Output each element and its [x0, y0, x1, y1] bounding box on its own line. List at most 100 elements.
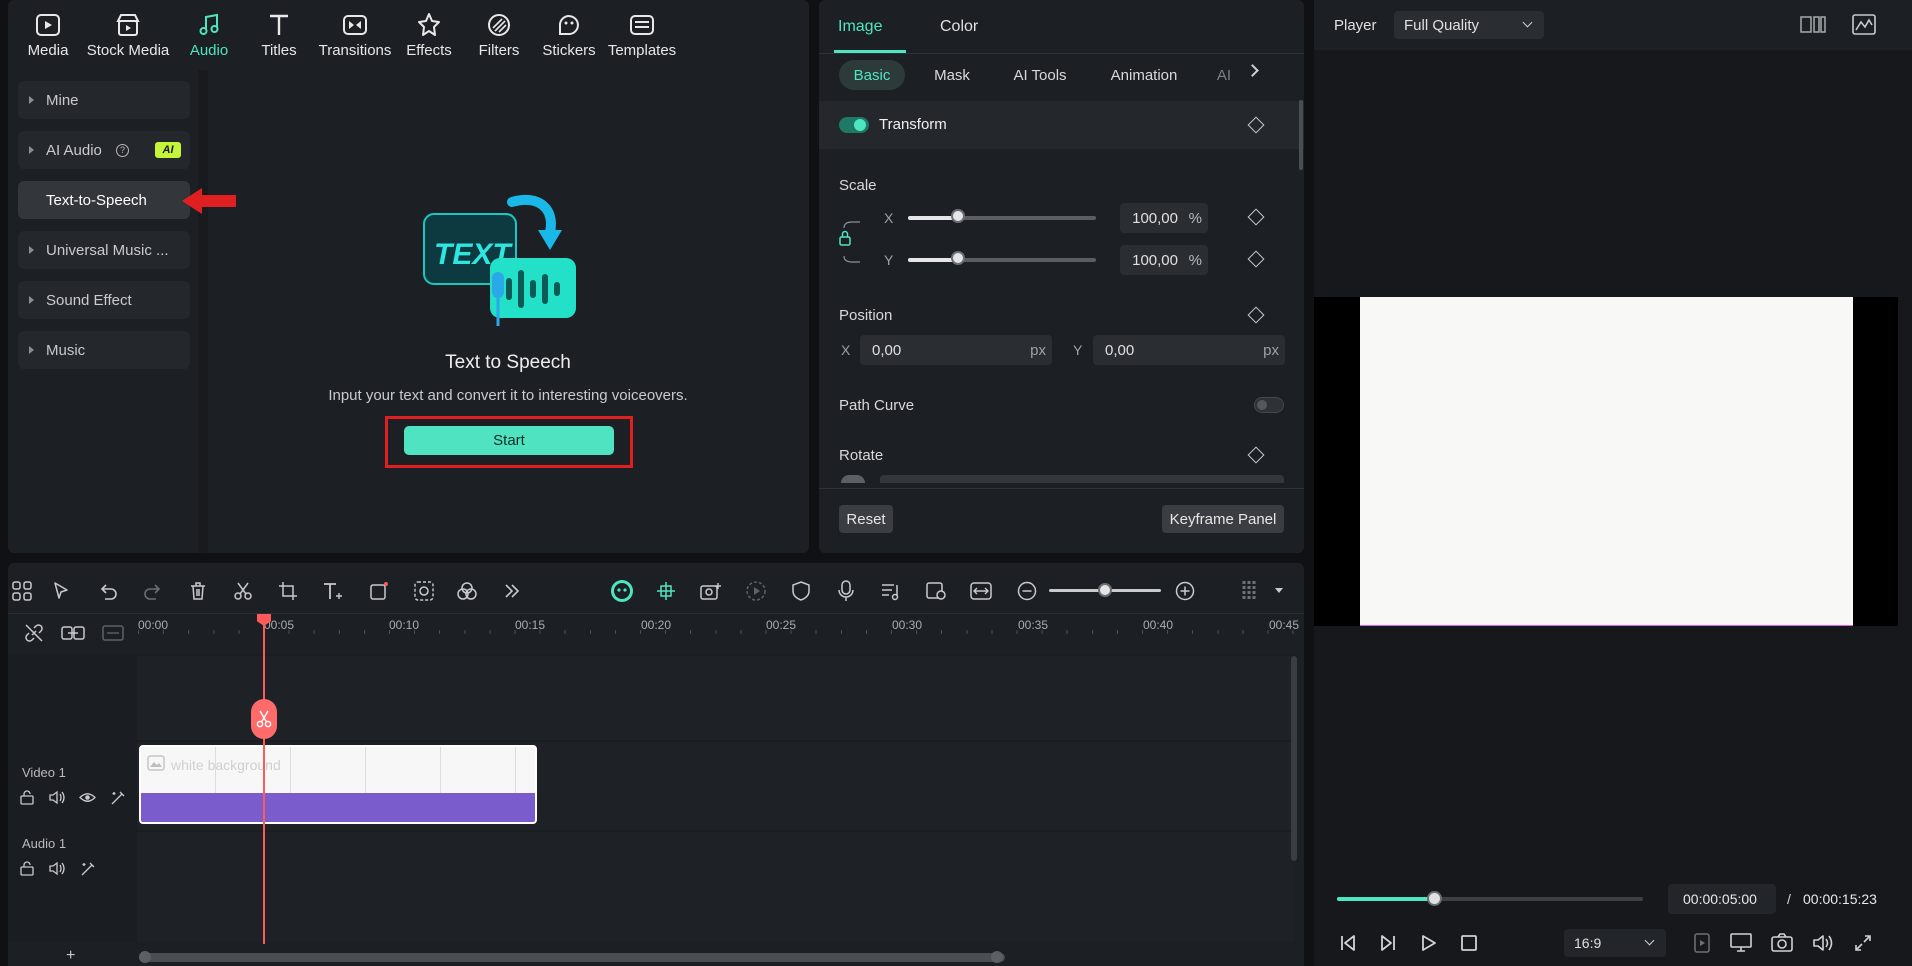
- tab-color[interactable]: Color: [940, 18, 978, 36]
- playback-progress-knob[interactable]: [1427, 891, 1442, 906]
- track-effects-icon[interactable]: [80, 861, 96, 877]
- subtab-basic[interactable]: Basic: [839, 60, 905, 90]
- tab-audio[interactable]: Audio: [184, 8, 234, 59]
- mute-track-icon[interactable]: [49, 790, 66, 805]
- add-track-button[interactable]: +: [66, 947, 75, 965]
- layout-grid-icon[interactable]: [8, 577, 36, 605]
- sidebar-item-mine[interactable]: Mine: [18, 81, 190, 119]
- subtab-mask[interactable]: Mask: [924, 60, 980, 90]
- sidebar-item-sound-effect[interactable]: Sound Effect: [18, 281, 190, 319]
- keyframe-panel-button[interactable]: Keyframe Panel: [1162, 505, 1284, 533]
- playhead-split-button[interactable]: [251, 699, 277, 739]
- tab-filters[interactable]: Filters: [474, 8, 524, 59]
- lock-track-icon[interactable]: [20, 861, 35, 876]
- current-time-box[interactable]: 00:00:05:00: [1668, 884, 1776, 914]
- tab-effects[interactable]: Effects: [402, 8, 456, 59]
- video-clip[interactable]: white background: [139, 745, 537, 824]
- select-cursor-icon[interactable]: [48, 577, 76, 605]
- sidebar-item-ai-audio[interactable]: AI Audio ? AI: [18, 131, 190, 169]
- play-icon[interactable]: [1420, 934, 1438, 952]
- ai-portrait-icon[interactable]: [410, 577, 438, 605]
- preview-canvas[interactable]: [1360, 297, 1853, 626]
- position-y-input[interactable]: 0,00 px: [1093, 335, 1285, 365]
- lock-icon[interactable]: [838, 216, 860, 266]
- undo-icon[interactable]: [94, 577, 122, 605]
- position-x-value: 0,00: [872, 341, 902, 359]
- shape-icon[interactable]: [365, 577, 393, 605]
- record-voiceover-icon[interactable]: [832, 577, 860, 605]
- subtab-ai-tools[interactable]: AI Tools: [1006, 60, 1074, 90]
- fit-timeline-icon[interactable]: [967, 577, 995, 605]
- crop-icon[interactable]: [274, 577, 302, 605]
- quality-value: Full Quality: [1404, 17, 1480, 34]
- render-preview-icon[interactable]: [1694, 933, 1710, 953]
- zoom-out-icon[interactable]: [1013, 577, 1041, 605]
- track-effects-icon[interactable]: [110, 790, 126, 806]
- inspector-scrollbar[interactable]: [1299, 100, 1303, 170]
- delete-trash-icon[interactable]: [184, 577, 212, 605]
- lock-track-icon[interactable]: [20, 790, 35, 805]
- snap-magnet-icon[interactable]: [652, 577, 680, 605]
- track-layout-icon[interactable]: [1235, 577, 1263, 605]
- scrollbar-left-handle[interactable]: [139, 951, 151, 963]
- previous-frame-icon[interactable]: [1338, 934, 1358, 952]
- stop-icon[interactable]: [1460, 934, 1478, 952]
- px-unit: px: [1263, 341, 1279, 359]
- help-icon[interactable]: ?: [116, 144, 129, 157]
- tab-templates[interactable]: Templates: [606, 8, 678, 59]
- scrollbar-right-handle[interactable]: [991, 951, 1003, 963]
- sidebar-item-music[interactable]: Music: [18, 331, 190, 369]
- display-monitor-icon[interactable]: [1730, 933, 1752, 953]
- ai-assistant-icon[interactable]: [608, 577, 636, 605]
- timeline-vertical-scrollbar[interactable]: [1291, 656, 1297, 861]
- px-unit: px: [1030, 341, 1046, 359]
- volume-icon[interactable]: [1812, 933, 1834, 953]
- visibility-eye-icon[interactable]: [79, 791, 96, 804]
- snapshot-camera-icon[interactable]: [1771, 933, 1793, 953]
- sidebar-item-universal-music[interactable]: Universal Music ...: [18, 231, 190, 269]
- scale-x-input[interactable]: 100,00 %: [1120, 203, 1208, 233]
- mute-track-icon[interactable]: [49, 861, 66, 876]
- mask-shield-icon[interactable]: [787, 577, 815, 605]
- position-x-input[interactable]: 0,00 px: [860, 335, 1052, 365]
- color-match-icon[interactable]: [453, 577, 481, 605]
- subtab-ai-truncated[interactable]: AI: [1214, 60, 1234, 90]
- add-text-icon[interactable]: [319, 577, 347, 605]
- transform-toggle[interactable]: [839, 117, 869, 133]
- quality-dropdown[interactable]: Full Quality: [1394, 11, 1544, 39]
- tab-titles[interactable]: Titles: [256, 8, 302, 59]
- scale-x-slider-knob[interactable]: [951, 209, 965, 223]
- path-curve-toggle[interactable]: [1254, 397, 1284, 413]
- tab-transitions[interactable]: Transitions: [316, 8, 394, 59]
- auto-reframe-icon[interactable]: [697, 577, 725, 605]
- start-button[interactable]: Start: [404, 426, 614, 455]
- split-scissors-icon[interactable]: [229, 577, 257, 605]
- fullscreen-icon[interactable]: [1854, 934, 1872, 952]
- tab-stock-media[interactable]: Stock Media: [86, 8, 170, 59]
- chevron-down-icon: [1522, 17, 1533, 28]
- timeline-horizontal-scrollbar[interactable]: [139, 953, 1005, 962]
- track-layout-dropdown-icon[interactable]: [1275, 588, 1283, 593]
- scale-y-slider-knob[interactable]: [951, 251, 965, 265]
- scopes-icon[interactable]: [1852, 14, 1876, 36]
- scale-y-input[interactable]: 100,00 %: [1120, 245, 1208, 275]
- tab-image[interactable]: Image: [838, 18, 882, 36]
- next-frame-icon[interactable]: [1378, 934, 1398, 952]
- audio-ducking-icon[interactable]: [877, 577, 905, 605]
- rotate-dial-knob[interactable]: [841, 475, 865, 483]
- zoom-slider-knob[interactable]: [1098, 583, 1112, 597]
- zoom-in-icon[interactable]: [1171, 577, 1199, 605]
- unlink-icon[interactable]: [24, 623, 44, 643]
- rotate-slider-track[interactable]: [880, 475, 1284, 483]
- speed-ramp-icon[interactable]: [922, 577, 950, 605]
- tab-stickers[interactable]: Stickers: [538, 8, 600, 59]
- subtab-animation[interactable]: Animation: [1100, 60, 1188, 90]
- sidebar-item-text-to-speech[interactable]: Text-to-Speech: [18, 181, 190, 219]
- more-tools-icon[interactable]: [498, 577, 526, 605]
- redo-icon[interactable]: [139, 577, 167, 605]
- link-clips-icon[interactable]: [61, 625, 85, 641]
- tab-media[interactable]: Media: [18, 8, 78, 59]
- reset-button[interactable]: Reset: [839, 505, 893, 533]
- compare-view-icon[interactable]: [1800, 15, 1826, 35]
- aspect-ratio-dropdown[interactable]: 16:9: [1564, 929, 1666, 957]
